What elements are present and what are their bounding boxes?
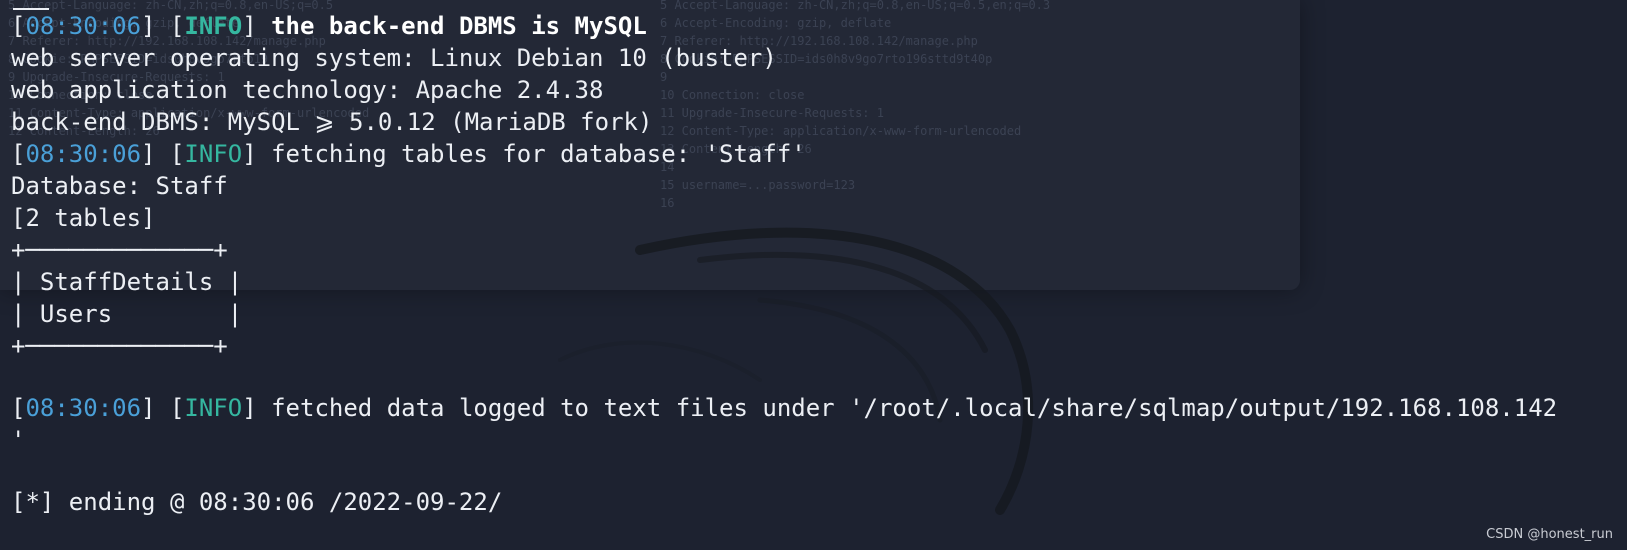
table-row: | Users | (11, 300, 243, 328)
bracket-open: [ (11, 394, 26, 422)
bracket-mid: ] [ (141, 12, 185, 40)
table-row: | StaffDetails | (11, 268, 243, 296)
bracket-close: ] (242, 140, 272, 168)
output-ending-line: [*] ending @ 08:30:06 /2022-09-22/ (11, 488, 503, 516)
bracket-open: [ (11, 140, 26, 168)
log-line-continuation: ' (11, 426, 26, 454)
output-os-line: web server operating system: Linux Debia… (11, 44, 777, 72)
table-border-bottom: +─────────────+ (11, 332, 228, 360)
bracket-open: [ (11, 12, 26, 40)
log-message: fetched data logged to text files under … (271, 394, 1558, 422)
log-message: fetching tables for database: 'Staff' (271, 140, 806, 168)
log-line-fetching: [08:30:06] [INFO] fetching tables for da… (11, 138, 1627, 170)
bracket-mid: ] [ (141, 394, 185, 422)
info-tag: INFO (184, 394, 243, 422)
output-tech-line: web application technology: Apache 2.4.3… (11, 76, 604, 104)
timestamp: 08:30:06 (25, 394, 142, 422)
log-message: the back-end DBMS is MySQL (271, 12, 647, 40)
info-tag: INFO (184, 140, 243, 168)
bracket-close: ] (242, 394, 272, 422)
table-border-top: +─────────────+ (11, 236, 228, 264)
output-database-line: Database: Staff (11, 172, 228, 200)
output-table-count: [2 tables] (11, 204, 156, 232)
timestamp: 08:30:06 (25, 140, 142, 168)
terminal-output: [08:30:06] [INFO] the back-end DBMS is M… (11, 8, 1627, 518)
log-line-fetched: [08:30:06] [INFO] fetched data logged to… (11, 392, 1627, 424)
log-line-dbms: [08:30:06] [INFO] the back-end DBMS is M… (11, 10, 1627, 42)
timestamp: 08:30:06 (25, 12, 142, 40)
output-dbms-line: back-end DBMS: MySQL ⩾ 5.0.12 (MariaDB f… (11, 108, 653, 136)
info-tag: INFO (184, 12, 243, 40)
bracket-mid: ] [ (141, 140, 185, 168)
bracket-close: ] (242, 12, 272, 40)
watermark-text: CSDN @honest_run (1486, 527, 1613, 542)
